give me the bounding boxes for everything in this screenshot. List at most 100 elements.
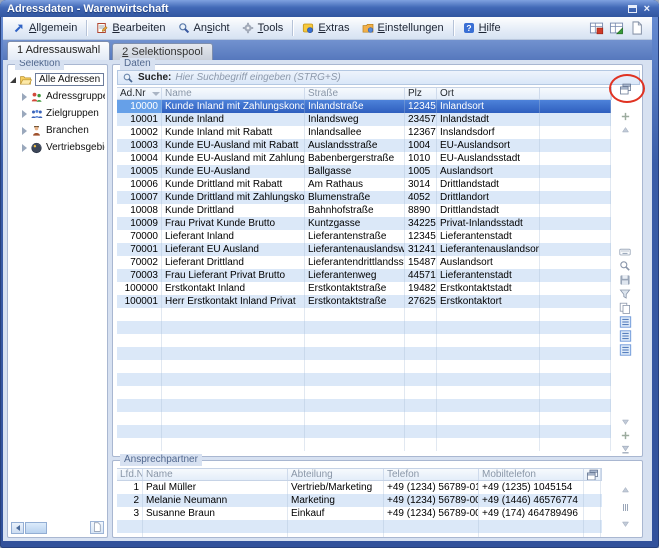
table-row[interactable]: 10009Frau Privat Kunde BruttoKuntzgasse3… — [117, 217, 611, 230]
contact-row[interactable]: 2Melanie NeumannMarketing+49 (1234) 5678… — [117, 494, 602, 507]
table-row-empty — [117, 373, 611, 386]
menu-tools[interactable]: Tools — [236, 20, 290, 36]
expander-closed-icon[interactable] — [22, 127, 27, 135]
keyboard-icon — [619, 246, 631, 258]
menu-ansicht[interactable]: Ansicht — [172, 20, 236, 36]
cell — [162, 438, 305, 451]
table-row[interactable]: 70000Lieferant InlandLieferantenstraße12… — [117, 230, 611, 243]
down-button[interactable] — [618, 415, 632, 428]
table-export-icon[interactable] — [589, 21, 604, 35]
cell — [437, 347, 540, 360]
cell — [437, 412, 540, 425]
table-row[interactable]: 70003Frau Lieferant Privat BruttoLiefera… — [117, 269, 611, 282]
menu-extras[interactable]: Extras — [296, 20, 355, 36]
table-row[interactable]: 10002Kunde Inland mit RabattInlandsallee… — [117, 126, 611, 139]
cell — [540, 282, 611, 295]
table-row[interactable]: 10000Kunde Inland mit Zahlungskondition … — [117, 100, 611, 113]
list-button[interactable] — [618, 315, 632, 328]
grip-button[interactable] — [618, 501, 632, 514]
search-input[interactable]: Suche: Hier Suchbegriff eingeben (STRG+S… — [117, 70, 640, 85]
table-import-icon[interactable] — [609, 21, 624, 35]
tree-item-adressgruppen[interactable]: Adressgruppen — [10, 88, 105, 105]
table-row[interactable]: 100001Herr Erstkontakt Inland PrivatErst… — [117, 295, 611, 308]
plus-button[interactable] — [618, 110, 632, 123]
expander-closed-icon[interactable] — [22, 93, 27, 101]
cell: Lieferantenstadt — [437, 230, 540, 243]
column-header-ort[interactable]: Ort — [437, 88, 540, 99]
column-header-strae[interactable]: Straße — [305, 88, 405, 99]
copy-button[interactable] — [618, 301, 632, 314]
plus-button[interactable] — [618, 429, 632, 442]
cell: 3 — [117, 507, 143, 520]
up-button[interactable] — [618, 483, 632, 496]
menu-hilfe[interactable]: ?Hilfe — [457, 20, 507, 36]
menu-allgemein[interactable]: Allgemein — [7, 20, 83, 36]
menu-bearbeiten[interactable]: Bearbeiten — [90, 20, 171, 36]
tab-adressauswahl[interactable]: 1 Adressauswahl — [7, 41, 110, 60]
cell: 10005 — [117, 165, 162, 178]
cell: 10000 — [117, 100, 162, 113]
expander-open-icon[interactable] — [10, 77, 16, 83]
scroll-left-button[interactable] — [11, 522, 24, 534]
table-row[interactable]: 10001Kunde InlandInlandsweg23457Inlandst… — [117, 113, 611, 126]
cell — [540, 373, 611, 386]
table-row[interactable]: 10004Kunde EU-Ausland mit Zahlungskondti… — [117, 152, 611, 165]
scroll-thumb[interactable] — [25, 522, 47, 534]
tree-item-vertriebsgebiete[interactable]: Vertriebsgebiete — [10, 139, 105, 156]
cell: Kunde Inland mit Rabatt — [162, 126, 305, 139]
close-icon[interactable]: × — [644, 5, 650, 13]
titlebar[interactable]: Adressdaten - Warenwirtschaft × — [0, 0, 659, 17]
cell — [540, 178, 611, 191]
search-placeholder: Hier Suchbegriff eingeben (STRG+S) — [175, 72, 340, 83]
column-header-adnr[interactable]: Ad.Nr — [117, 88, 162, 99]
filter-button[interactable] — [618, 287, 632, 300]
column-header-telefon[interactable]: Telefon — [384, 469, 479, 480]
table-row[interactable]: 10003Kunde EU-Ausland mit RabattAuslands… — [117, 139, 611, 152]
column-header-name[interactable]: Name — [143, 469, 288, 480]
last-button[interactable] — [618, 443, 632, 456]
down-button[interactable] — [618, 517, 632, 530]
restore-icon[interactable] — [628, 5, 637, 13]
tree-corner-button[interactable] — [90, 521, 104, 534]
cell: Auslandsort — [437, 165, 540, 178]
tree-item-label: Zielgruppen — [46, 108, 99, 119]
table-row[interactable]: 70002Lieferant DrittlandLieferantendritt… — [117, 256, 611, 269]
tree-item-alle-adressen[interactable]: Alle Adressen — [10, 71, 105, 88]
table-row[interactable]: 10008Kunde DrittlandBahnhofstraße8890Dri… — [117, 204, 611, 217]
tree-hscrollbar[interactable] — [11, 522, 47, 534]
menu-einstellungen[interactable]: Einstellungen — [356, 20, 450, 36]
list-button[interactable] — [618, 329, 632, 342]
tree-item-branchen[interactable]: Branchen — [10, 122, 105, 139]
cell — [540, 230, 611, 243]
expander-closed-icon[interactable] — [22, 110, 27, 118]
magnifier-button[interactable] — [618, 259, 632, 272]
column-header-name[interactable]: Name — [162, 88, 305, 99]
contacts-column-chooser-cell[interactable] — [584, 469, 601, 480]
table-row[interactable]: 10005Kunde EU-AuslandBallgasse1005Auslan… — [117, 165, 611, 178]
up-button[interactable] — [618, 123, 632, 136]
new-document-icon[interactable] — [629, 21, 644, 35]
tree-item-label: Branchen — [46, 125, 89, 136]
save-button[interactable] — [618, 273, 632, 286]
table-row[interactable]: 70001Lieferant EU AuslandLieferantenausl… — [117, 243, 611, 256]
table-row[interactable]: 10006Kunde Drittland mit RabattAm Rathau… — [117, 178, 611, 191]
contact-row[interactable]: 1Paul MüllerVertrieb/Marketing+49 (1234)… — [117, 481, 602, 494]
cell: 44571 — [405, 269, 437, 282]
column-header-plz[interactable]: Plz — [405, 88, 437, 99]
cell — [162, 321, 305, 334]
list-button[interactable] — [618, 343, 632, 356]
cell — [305, 321, 405, 334]
ansprechpartner-panel: Ansprechpartner Lfd.Nr.NameAbteilungTele… — [112, 460, 643, 538]
expander-closed-icon[interactable] — [22, 144, 27, 152]
table-row[interactable]: 10007Kunde Drittland mit Zahlungskonditi… — [117, 191, 611, 204]
contact-row[interactable]: 3Susanne BraunEinkauf+49 (1234) 56789-00… — [117, 507, 602, 520]
cell — [305, 386, 405, 399]
keyboard-button[interactable] — [618, 245, 632, 258]
column-header-lfdnr[interactable]: Lfd.Nr. — [117, 469, 143, 480]
cell: 31241 — [405, 243, 437, 256]
tree-item-zielgruppen[interactable]: Zielgruppen — [10, 105, 105, 122]
column-header-mobiltelefon[interactable]: Mobiltelefon — [479, 469, 584, 480]
column-header-abteilung[interactable]: Abteilung — [288, 469, 384, 480]
table-row[interactable]: 100000Erstkontakt InlandErstkontaktstraß… — [117, 282, 611, 295]
cell — [540, 191, 611, 204]
